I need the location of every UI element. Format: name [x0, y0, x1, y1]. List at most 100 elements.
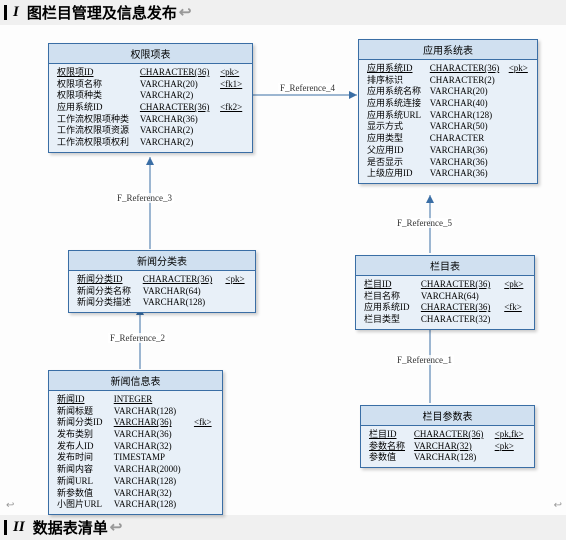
entity-newsinfo-title: 新闻信息表	[49, 371, 222, 391]
field-name: 应用系统ID	[364, 63, 427, 75]
field-name: 发布时间	[54, 452, 111, 464]
entity-appsys-fields: 应用系统IDCHARACTER(36)<pk>排序标识CHARACTER(2)应…	[364, 63, 532, 180]
field-name: 新闻分类ID	[74, 274, 140, 286]
field-type: VARCHAR(128)	[411, 452, 492, 464]
field-name: 工作流权限项种类	[54, 114, 137, 126]
field-type: CHARACTER(36)	[418, 279, 501, 291]
entity-newscat-title: 新闻分类表	[69, 251, 255, 271]
field-type: CHARACTER(36)	[418, 302, 501, 314]
ref-label-4: F_Reference_4	[278, 83, 337, 93]
field-name: 工作流权限项资源	[54, 125, 137, 137]
field-type: VARCHAR(36)	[137, 114, 217, 126]
field-name: 小图片URL	[54, 499, 111, 511]
field-key	[191, 429, 217, 441]
field-key	[191, 406, 217, 418]
field-type: CHARACTER(36)	[140, 274, 223, 286]
field-name: 栏目ID	[361, 279, 418, 291]
field-name: 栏目类型	[361, 314, 418, 326]
entity-permission-fields: 权限项IDCHARACTER(36)<pk>权限项名称VARCHAR(20)<f…	[54, 67, 247, 149]
field-key	[217, 137, 247, 149]
field-name: 权限项种类	[54, 90, 137, 102]
field-key	[506, 98, 532, 110]
entity-permission-title: 权限项表	[49, 44, 252, 64]
field-key: <pk>	[501, 279, 529, 291]
field-key: <fk>	[501, 302, 529, 314]
field-key	[191, 488, 217, 500]
field-key	[506, 121, 532, 133]
field-key: <pk>	[492, 441, 529, 453]
field-name: 应用系统URL	[364, 110, 427, 122]
field-name: 栏目名称	[361, 291, 418, 303]
field-type: VARCHAR(64)	[140, 286, 223, 298]
entity-newscat-fields: 新闻分类IDCHARACTER(36)<pk>新闻分类名称VARCHAR(64)…	[74, 274, 250, 309]
field-type: VARCHAR(128)	[111, 406, 191, 418]
field-name: 参数名称	[366, 441, 411, 453]
field-key	[506, 157, 532, 169]
field-name: 应用系统名称	[364, 86, 427, 98]
field-name: 新闻内容	[54, 464, 111, 476]
field-type: VARCHAR(32)	[111, 488, 191, 500]
field-name: 新参数值	[54, 488, 111, 500]
field-name: 权限项ID	[54, 67, 137, 79]
entity-appsys-title: 应用系统表	[359, 40, 537, 60]
entity-colparam: 栏目参数表 栏目IDCHARACTER(36)<pk,fk>参数名称VARCHA…	[360, 405, 535, 468]
field-name: 新闻标题	[54, 406, 111, 418]
field-name: 参数值	[366, 452, 411, 464]
entity-colparam-title: 栏目参数表	[361, 406, 534, 426]
field-type: VARCHAR(36)	[111, 417, 191, 429]
field-type: VARCHAR(20)	[427, 86, 506, 98]
section-1-num: I	[13, 4, 19, 21]
section-2-header: II 数据表清单 ↩	[0, 515, 566, 540]
field-type: VARCHAR(40)	[427, 98, 506, 110]
field-type: VARCHAR(128)	[427, 110, 506, 122]
field-key	[217, 125, 247, 137]
field-type: VARCHAR(20)	[137, 79, 217, 91]
ref-label-2: F_Reference_2	[108, 333, 167, 343]
field-name: 新闻分类ID	[54, 417, 111, 429]
field-type: VARCHAR(2)	[137, 90, 217, 102]
er-diagram-canvas: F_Reference_4 F_Reference_3 F_Reference_…	[0, 25, 566, 515]
field-key	[191, 464, 217, 476]
field-key	[506, 75, 532, 87]
field-name: 发布类别	[54, 429, 111, 441]
entity-newsinfo-fields: 新闻IDINTEGER新闻标题VARCHAR(128)新闻分类IDVARCHAR…	[54, 394, 217, 511]
field-key	[191, 452, 217, 464]
field-name: 应用系统ID	[361, 302, 418, 314]
field-type: TIMESTAMP	[111, 452, 191, 464]
field-key	[501, 314, 529, 326]
field-type: VARCHAR(64)	[418, 291, 501, 303]
section-2-title: 数据表清单	[33, 517, 108, 538]
field-type: CHARACTER	[427, 133, 506, 145]
field-type: CHARACTER(36)	[427, 63, 506, 75]
field-key	[191, 394, 217, 406]
field-name: 新闻URL	[54, 476, 111, 488]
field-key	[501, 291, 529, 303]
field-type: VARCHAR(128)	[140, 297, 223, 309]
field-type: VARCHAR(36)	[427, 145, 506, 157]
field-type: VARCHAR(36)	[427, 168, 506, 180]
entity-newsinfo: 新闻信息表 新闻IDINTEGER新闻标题VARCHAR(128)新闻分类IDV…	[48, 370, 223, 515]
field-type: CHARACTER(32)	[418, 314, 501, 326]
section-1-header: I 图栏目管理及信息发布 ↩	[0, 0, 566, 25]
entity-colparam-fields: 栏目IDCHARACTER(36)<pk,fk>参数名称VARCHAR(32)<…	[366, 429, 529, 464]
entity-permission: 权限项表 权限项IDCHARACTER(36)<pk>权限项名称VARCHAR(…	[48, 43, 253, 153]
field-name: 是否显示	[364, 157, 427, 169]
field-name: 新闻ID	[54, 394, 111, 406]
field-key	[191, 476, 217, 488]
field-key	[506, 145, 532, 157]
ref-label-3: F_Reference_3	[115, 193, 174, 203]
field-type: VARCHAR(32)	[111, 441, 191, 453]
field-key	[217, 90, 247, 102]
field-key: <pk>	[506, 63, 532, 75]
field-type: VARCHAR(36)	[111, 429, 191, 441]
field-key	[191, 441, 217, 453]
field-name: 排序标识	[364, 75, 427, 87]
field-key: <pk,fk>	[492, 429, 529, 441]
field-key: <fk>	[191, 417, 217, 429]
field-name: 发布人ID	[54, 441, 111, 453]
ref-label-5: F_Reference_5	[395, 218, 454, 228]
field-key	[506, 110, 532, 122]
entity-column-fields: 栏目IDCHARACTER(36)<pk> 栏目名称VARCHAR(64)应用系统…	[361, 279, 529, 326]
entity-newscat: 新闻分类表 新闻分类IDCHARACTER(36)<pk>新闻分类名称VARCH…	[68, 250, 256, 313]
field-name: 应用系统连接	[364, 98, 427, 110]
